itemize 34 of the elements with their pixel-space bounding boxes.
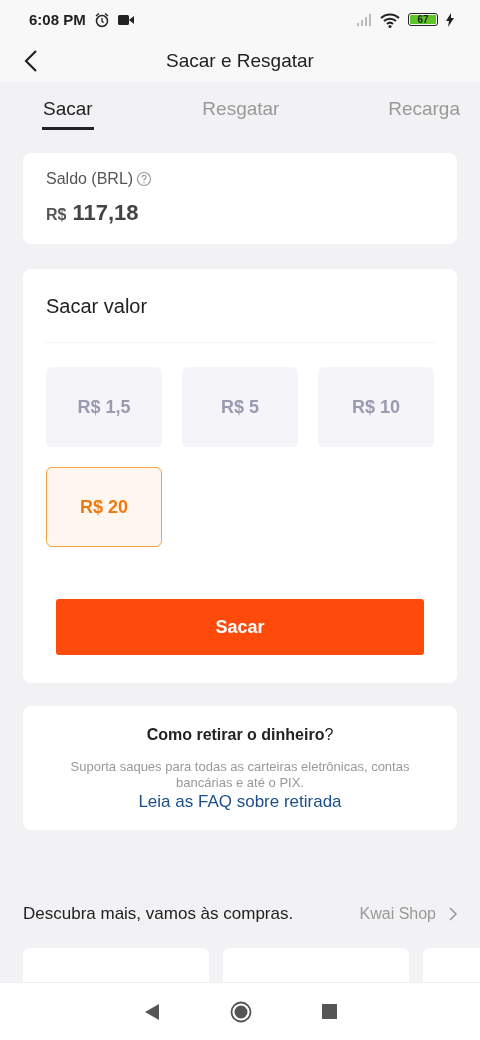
help-icon [136, 171, 153, 187]
help-text: Suporta saques para todas as carteiras eletrônicas, contas bancárias e até o PIX. [69, 759, 411, 791]
circle-icon [229, 1000, 252, 1023]
alarm-clock-icon [93, 11, 110, 28]
amount-option[interactable]: R$ 10 [318, 367, 434, 447]
amount-option[interactable]: R$ 1,5 [46, 367, 162, 447]
help-title: Como retirar o dinheiro? [146, 726, 334, 744]
amount-option[interactable]: R$ 20 [46, 467, 162, 547]
nav-recents-button[interactable] [321, 1004, 337, 1019]
chevron-right-icon [448, 906, 458, 922]
tab[interactable]: Sacar [42, 81, 94, 130]
back-button[interactable] [24, 48, 38, 73]
page-title: Sacar e Resgatar [166, 49, 314, 72]
tab[interactable]: Resgatar [202, 81, 280, 130]
withdraw-button[interactable]: Sacar [56, 599, 424, 655]
section-title: Sacar valor [44, 295, 436, 343]
amount-option[interactable]: R$ 5 [182, 367, 298, 447]
square-icon [321, 1004, 337, 1019]
nav-back-button[interactable] [143, 1002, 160, 1021]
wifi-icon [380, 11, 400, 28]
signal-icon [356, 12, 372, 27]
nav-home-button[interactable] [229, 1000, 252, 1023]
triangle-icon [143, 1002, 160, 1021]
lightning-icon [446, 12, 454, 27]
currency-label: R$ [46, 206, 67, 224]
status-time: 6:08 PM [29, 11, 86, 29]
balance-amount: 117,18 [72, 200, 139, 226]
shop-link[interactable]: Kwai Shop [359, 905, 458, 923]
tab[interactable]: Recarga [388, 81, 460, 130]
section-title: Descubra mais, vamos às compras. [23, 904, 294, 924]
balance-label: Saldo (BRL) [46, 170, 134, 188]
battery-level: 67 [410, 15, 436, 25]
faq-link[interactable]: Leia as FAQ sobre retirada [138, 792, 342, 812]
video-camera-icon [117, 13, 134, 26]
